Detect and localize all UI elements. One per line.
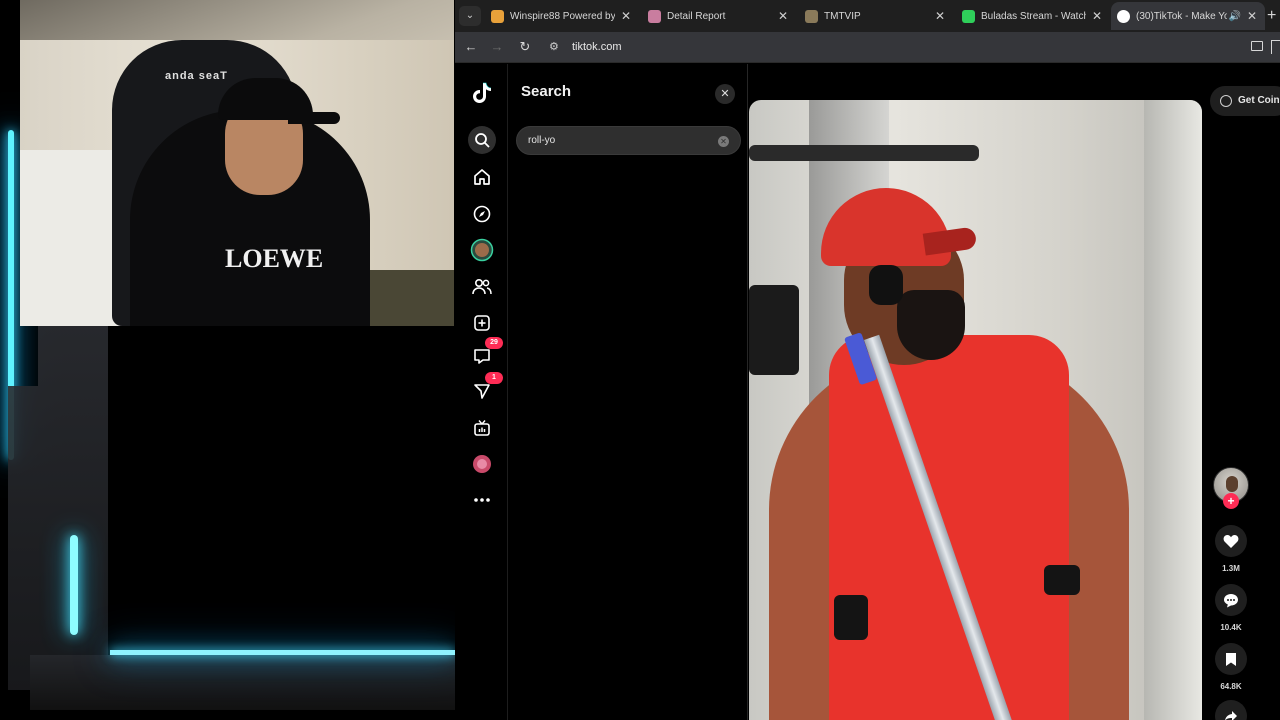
tab-tiktok[interactable]: (30)TikTok - Make You 🔊 ✕ — [1111, 2, 1265, 30]
overlay-frame-bottom — [30, 655, 455, 710]
live-tv-icon[interactable] — [469, 415, 495, 441]
tab-close-icon[interactable]: ✕ — [776, 9, 790, 23]
new-tab-button[interactable]: + — [1267, 6, 1276, 26]
video-person-shirt — [829, 335, 1069, 720]
heart-icon — [1223, 534, 1239, 548]
back-button[interactable]: ← — [461, 37, 481, 57]
tab-close-icon[interactable]: ✕ — [1090, 9, 1104, 23]
friends-icon[interactable] — [469, 274, 495, 300]
tab-strip: ⌄ Winspire88 Powered by T ✕ Detail Repor… — [455, 0, 1280, 32]
video-actions: + 1.3M 10.4K 64.8K — [1212, 64, 1252, 720]
tiktok-sidebar: 29 1 — [455, 64, 508, 720]
neon-frame-bottom — [110, 650, 455, 655]
close-icon[interactable]: ✕ — [715, 84, 735, 104]
tab-title: Detail Report — [667, 10, 726, 22]
comment-count: 10.4K — [1220, 623, 1242, 632]
video-headphone — [869, 265, 903, 305]
address-bar[interactable]: ⚙ tiktok.com — [543, 36, 1243, 59]
tab-title: (30)TikTok - Make You — [1136, 10, 1227, 22]
home-icon[interactable] — [469, 164, 495, 190]
save-count: 64.8K — [1220, 682, 1242, 691]
tiktok-app: 29 1 Search ✕ roll-yo ✕ Get Coin + 1.3M … — [455, 64, 1280, 720]
video-person-beard — [897, 290, 965, 360]
chair-brand-text: anda seaT — [165, 70, 228, 82]
like-count: 1.3M — [1222, 564, 1240, 573]
clear-search-icon[interactable]: ✕ — [718, 136, 729, 147]
tab-title: Buladas Stream - Watch L — [981, 10, 1086, 22]
tab-buladas-stream[interactable]: Buladas Stream - Watch L ✕ — [956, 2, 1110, 30]
tab-title: TMTVIP — [824, 10, 861, 22]
neon-frame-accent — [70, 535, 78, 635]
tab-winspire88[interactable]: Winspire88 Powered by T ✕ — [485, 2, 639, 30]
video-doorframe — [1144, 100, 1202, 720]
stream-overlay: anda seaT LOEWE — [0, 0, 455, 720]
site-info-icon[interactable]: ⚙ — [549, 40, 559, 53]
reload-button[interactable]: ↻ — [515, 37, 535, 57]
creator-avatar-face — [1226, 476, 1238, 492]
tab-detail-report[interactable]: Detail Report ✕ — [642, 2, 796, 30]
tab-favicon — [648, 9, 661, 23]
tab-close-icon[interactable]: ✕ — [1245, 9, 1259, 23]
share-icon — [1225, 711, 1237, 720]
streamer-cap-brim — [288, 112, 340, 124]
video-weight-plate — [749, 285, 799, 375]
like-button[interactable] — [1215, 525, 1247, 557]
comment-button[interactable] — [1215, 584, 1247, 616]
tab-favicon — [962, 9, 975, 23]
browser-toolbar: ← → ↻ ⚙ tiktok.com — [455, 32, 1280, 63]
tab-tmtvip[interactable]: TMTVIP ✕ — [799, 2, 953, 30]
tab-close-icon[interactable]: ✕ — [933, 9, 947, 23]
browser-window: ⌄ Winspire88 Powered by T ✕ Detail Repor… — [455, 0, 1280, 720]
comment-icon — [1224, 593, 1238, 607]
inbox-icon[interactable]: 29 — [469, 337, 503, 369]
follow-button[interactable]: + — [1223, 493, 1239, 509]
search-input-value[interactable]: roll-yo — [528, 135, 555, 146]
tab-audio-icon[interactable]: 🔊 — [1229, 11, 1241, 22]
send-icon[interactable]: 1 — [469, 372, 503, 404]
search-input[interactable]: roll-yo ✕ — [516, 126, 741, 155]
video-wristband — [1044, 565, 1080, 595]
webcam-feed: anda seaT LOEWE — [20, 0, 454, 326]
plus-square-icon[interactable] — [469, 310, 495, 336]
video-player[interactable] — [749, 100, 1202, 720]
tab-favicon — [491, 9, 504, 23]
shirt-logo-text: LOEWE — [225, 244, 324, 273]
search-panel: Search ✕ roll-yo ✕ — [508, 64, 748, 720]
avatar-ring-icon[interactable] — [469, 237, 495, 263]
video-wristband — [834, 595, 868, 640]
more-icon[interactable] — [469, 487, 495, 513]
search-icon[interactable] — [469, 127, 495, 153]
toolbar-extension-icon[interactable] — [1271, 40, 1280, 54]
tab-favicon — [805, 9, 818, 23]
url-text[interactable]: tiktok.com — [572, 41, 622, 53]
tab-search-dropdown[interactable]: ⌄ — [459, 6, 481, 26]
tab-favicon — [1117, 9, 1130, 23]
cast-icon[interactable] — [1251, 41, 1263, 51]
overlay-frame-shape — [8, 310, 108, 690]
profile-avatar-icon[interactable] — [469, 451, 495, 477]
activity-badge: 29 — [485, 337, 503, 349]
tab-title: Winspire88 Powered by T — [510, 10, 615, 22]
bookmark-icon — [1226, 652, 1236, 666]
tab-close-icon[interactable]: ✕ — [619, 9, 633, 23]
save-button[interactable] — [1215, 643, 1247, 675]
search-panel-title: Search — [521, 83, 572, 100]
share-button[interactable] — [1215, 700, 1247, 720]
messages-badge: 1 — [485, 372, 503, 384]
video-barbell — [749, 145, 979, 161]
tiktok-logo-icon[interactable] — [469, 80, 495, 106]
forward-button[interactable]: → — [487, 37, 507, 57]
compass-icon[interactable] — [469, 201, 495, 227]
